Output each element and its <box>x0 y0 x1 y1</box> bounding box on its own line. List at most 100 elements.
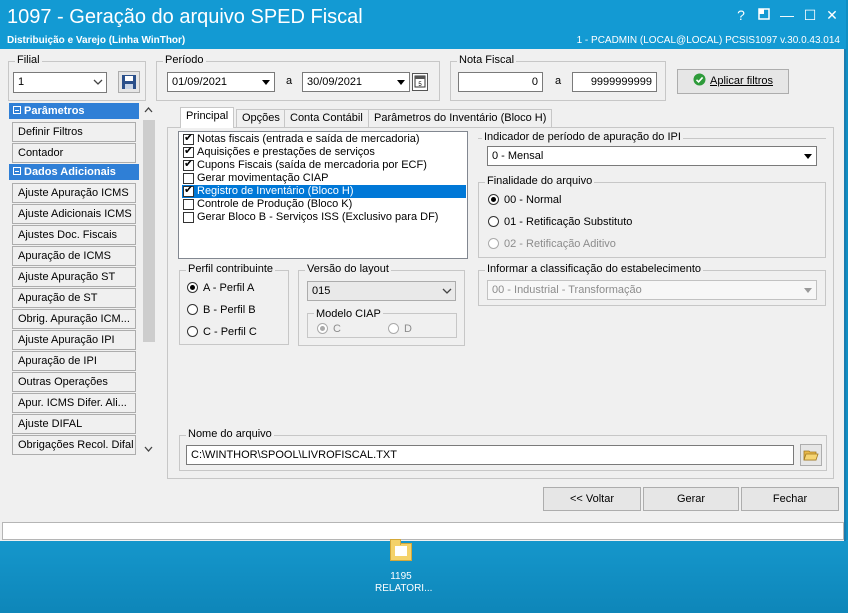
desktop-icon-line2: RELATORI... <box>375 583 433 594</box>
layout-select[interactable]: 015 <box>307 281 456 301</box>
checklist-item-notas[interactable]: Notas fiscais (entrada e saída de mercad… <box>182 132 466 146</box>
checkbox[interactable] <box>183 132 194 145</box>
scroll-thumb[interactable] <box>143 120 155 342</box>
date-to-input[interactable]: 30/09/2021 <box>302 72 410 92</box>
block-checklist: Notas fiscais (entrada e saída de mercad… <box>178 131 468 259</box>
title-bar: 1097 - Geração do arquivo SPED Fiscal Di… <box>0 0 846 49</box>
checklist-label: Gerar Bloco B - Serviços ISS (Exclusivo … <box>197 211 439 223</box>
nota-to-input[interactable]: 9999999999 <box>572 72 657 92</box>
classificacao-label: Informar a classificação do estabelecime… <box>485 263 703 275</box>
calendar-icon[interactable]: 5 <box>412 73 428 91</box>
radio-dot <box>488 216 499 227</box>
checklist-item-aquisicoes[interactable]: Aquisições e prestações de serviços <box>182 145 466 159</box>
checkbox[interactable] <box>183 158 194 171</box>
ipi-select[interactable]: 0 - Mensal <box>487 146 817 166</box>
maximize-icon[interactable]: ☐ <box>801 8 819 22</box>
ciap-label: Modelo CIAP <box>314 308 383 320</box>
radio-perfil-b[interactable]: B - Perfil B <box>187 303 256 317</box>
sidebar-item[interactable]: Ajuste Apuração ST <box>12 267 136 287</box>
tab-parametros-inventario[interactable]: Parâmetros do Inventário (Bloco H) <box>368 109 553 128</box>
back-button-label: << Voltar <box>569 493 615 505</box>
tab-opcoes[interactable]: Opções <box>236 109 286 128</box>
date-to-value: 30/09/2021 <box>307 76 363 88</box>
checklist-item-cupons[interactable]: Cupons Fiscais (saída de mercadoria por … <box>182 158 466 172</box>
radio-dot <box>187 326 198 337</box>
generate-button-label: Gerar <box>676 493 706 505</box>
filial-value: 1 <box>18 76 25 88</box>
radio-label: 00 - Normal <box>504 194 562 206</box>
sidebar-item[interactable]: Apuração de IPI <box>12 351 136 371</box>
radio-finalidade-normal[interactable]: 00 - Normal <box>488 193 561 207</box>
radio-finalidade-aditivo: 02 - Retificação Aditivo <box>488 237 616 251</box>
perfil-label: Perfil contribuinte <box>186 263 275 275</box>
radio-dot <box>317 323 328 334</box>
sidebar-item[interactable]: Ajuste Apuração IPI <box>12 330 136 350</box>
sidebar-section-dados-adicionais[interactable]: Dados Adicionais <box>9 164 139 180</box>
dropdown-arrow-icon <box>393 73 409 91</box>
sidebar-item[interactable]: Outras Operações <box>12 372 136 392</box>
sidebar-item[interactable]: Obrigações Recol. Difal <box>12 435 136 455</box>
tab-conta-contabil[interactable]: Conta Contábil <box>284 109 369 128</box>
scroll-down-icon[interactable] <box>140 442 157 458</box>
radio-label: A - Perfil A <box>203 282 255 294</box>
browse-file-button[interactable] <box>800 444 822 466</box>
radio-perfil-a[interactable]: A - Perfil A <box>187 281 254 295</box>
apply-filters-label: Aplicar filtros <box>710 75 773 87</box>
sidebar-item-definir-filtros[interactable]: Definir Filtros <box>12 122 136 142</box>
radio-dot <box>488 194 499 205</box>
sidebar-item[interactable]: Apur. ICMS Difer. Ali... <box>12 393 136 413</box>
folder-open-icon <box>803 450 819 460</box>
scroll-up-icon[interactable] <box>140 103 157 119</box>
close-button[interactable]: Fechar <box>741 487 839 511</box>
radio-dot <box>187 304 198 315</box>
ipi-value: 0 - Mensal <box>492 150 544 162</box>
checkbox[interactable] <box>183 212 194 223</box>
dropdown-arrow-icon <box>800 147 816 165</box>
close-icon[interactable]: ✕ <box>823 8 841 22</box>
nota-separator: a <box>555 75 562 87</box>
radio-perfil-c[interactable]: C - Perfil C <box>187 325 257 339</box>
sidebar-item-contador[interactable]: Contador <box>12 143 136 163</box>
radio-label: B - Perfil B <box>203 304 256 316</box>
generate-button[interactable]: Gerar <box>643 487 739 511</box>
sidebar-item[interactable]: Ajuste Adicionais ICMS <box>12 204 136 224</box>
radio-finalidade-retificacao[interactable]: 01 - Retificação Substituto <box>488 215 632 229</box>
checkbox[interactable] <box>183 184 194 197</box>
minimize-icon[interactable]: — <box>778 8 796 22</box>
checklist-label: Notas fiscais (entrada e saída de mercad… <box>197 133 420 145</box>
sidebar-item[interactable]: Apuração de ST <box>12 288 136 308</box>
filial-select[interactable]: 1 <box>13 72 107 93</box>
save-filial-button[interactable] <box>118 71 140 93</box>
sidebar-item[interactable]: Apuração de ICMS <box>12 246 136 266</box>
arquivo-input[interactable]: C:\WINTHOR\SPOOL\LIVROFISCAL.TXT <box>186 445 794 465</box>
checklist-label: Cupons Fiscais (saída de mercadoria por … <box>197 159 427 171</box>
radio-dot <box>488 238 499 249</box>
sidebar-item[interactable]: Ajuste DIFAL <box>12 414 136 434</box>
sidebar-item[interactable]: Ajustes Doc. Fiscais <box>12 225 136 245</box>
desktop-folder-shortcut[interactable]: 1195 RELATORI... <box>375 539 433 595</box>
back-button[interactable]: << Voltar <box>543 487 641 511</box>
checkbox[interactable] <box>183 199 194 210</box>
sidebar-section-parametros[interactable]: Parâmetros <box>9 103 139 119</box>
checkbox[interactable] <box>183 145 194 158</box>
checklist-item-ciap[interactable]: Gerar movimentação CIAP <box>182 172 466 185</box>
checkbox[interactable] <box>183 173 194 184</box>
layout-value: 015 <box>312 285 331 297</box>
checklist-item-inventario[interactable]: Registro de Inventário (Bloco H) <box>182 184 466 198</box>
restore-icon[interactable] <box>755 8 773 22</box>
tab-principal[interactable]: Principal <box>180 107 235 128</box>
date-from-input[interactable]: 01/09/2021 <box>167 72 275 92</box>
nota-from-input[interactable]: 0 <box>458 72 543 92</box>
apply-filters-button[interactable]: Aplicar filtros <box>677 69 789 94</box>
checklist-item-producao[interactable]: Controle de Produção (Bloco K) <box>182 198 466 211</box>
radio-label: C <box>333 323 341 335</box>
status-bar <box>2 522 844 540</box>
nota-fiscal-label: Nota Fiscal <box>457 54 517 66</box>
chevron-down-icon <box>90 73 106 91</box>
sidebar-item[interactable]: Ajuste Apuração ICMS <box>12 183 136 203</box>
checklist-item-bloco-b[interactable]: Gerar Bloco B - Serviços ISS (Exclusivo … <box>182 211 466 224</box>
help-icon[interactable]: ? <box>732 8 750 22</box>
layout-label: Versão do layout <box>305 263 391 275</box>
sidebar-item[interactable]: Obrig. Apuração ICM... <box>12 309 136 329</box>
collapse-icon <box>13 106 21 114</box>
